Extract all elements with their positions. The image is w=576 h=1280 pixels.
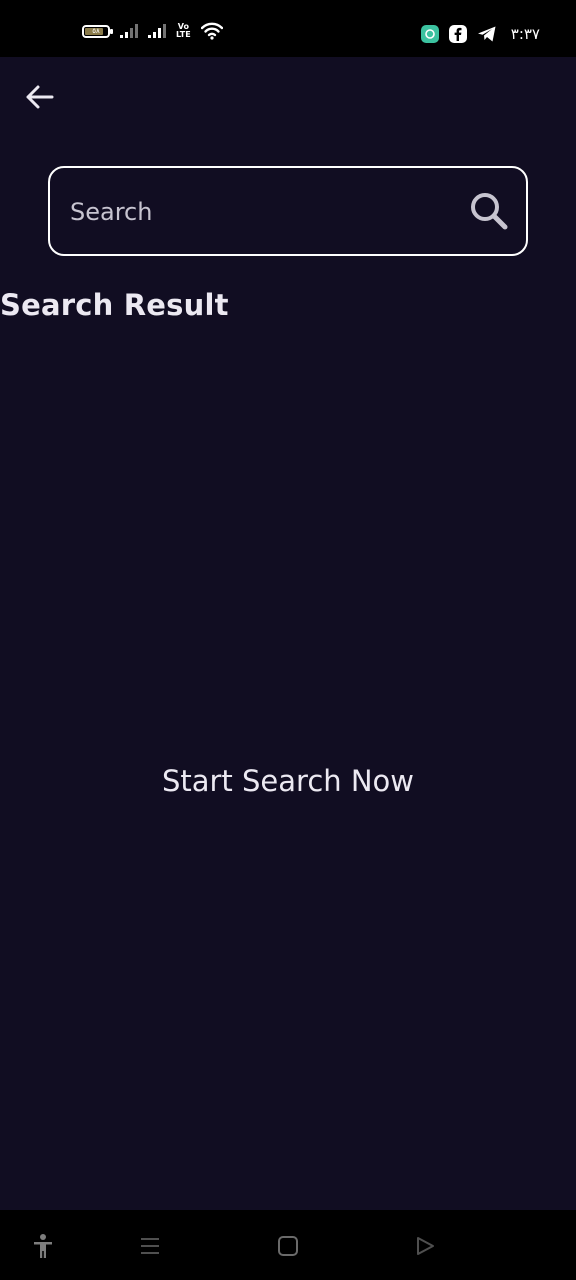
wifi-icon bbox=[200, 22, 223, 40]
chat-app-icon bbox=[420, 25, 439, 43]
signal-icon bbox=[148, 24, 166, 38]
signal-icon bbox=[120, 24, 138, 38]
back-nav-button[interactable] bbox=[407, 1228, 443, 1264]
volte-icon: Vo LTE bbox=[176, 23, 191, 39]
empty-state-message: Start Search Now bbox=[161, 764, 415, 798]
facebook-icon bbox=[448, 25, 467, 43]
navigation-bar bbox=[0, 1210, 576, 1280]
back-icon bbox=[417, 1237, 434, 1255]
accessibility-button[interactable] bbox=[25, 1228, 61, 1264]
menu-icon bbox=[141, 1238, 159, 1254]
telegram-icon bbox=[477, 26, 496, 42]
home-icon bbox=[278, 1236, 298, 1256]
battery-icon: ٥٨ bbox=[82, 24, 113, 38]
search-icon bbox=[471, 193, 508, 230]
accessibility-icon bbox=[34, 1234, 52, 1258]
battery-level: ٥٨ bbox=[92, 26, 100, 35]
volte-bottom-label: LTE bbox=[176, 30, 191, 39]
back-button[interactable] bbox=[20, 78, 58, 116]
search-box bbox=[48, 166, 528, 256]
arrow-left-icon bbox=[26, 85, 54, 109]
status-time: ٣:٣٧ bbox=[510, 25, 540, 43]
search-button[interactable] bbox=[466, 188, 512, 234]
recent-apps-button[interactable] bbox=[132, 1228, 168, 1264]
status-bar: ٥٨ Vo LTE ٣:٣٧ bbox=[0, 0, 576, 57]
search-result-title: Search Result bbox=[0, 288, 229, 322]
search-input[interactable] bbox=[68, 168, 462, 256]
home-button[interactable] bbox=[270, 1228, 306, 1264]
